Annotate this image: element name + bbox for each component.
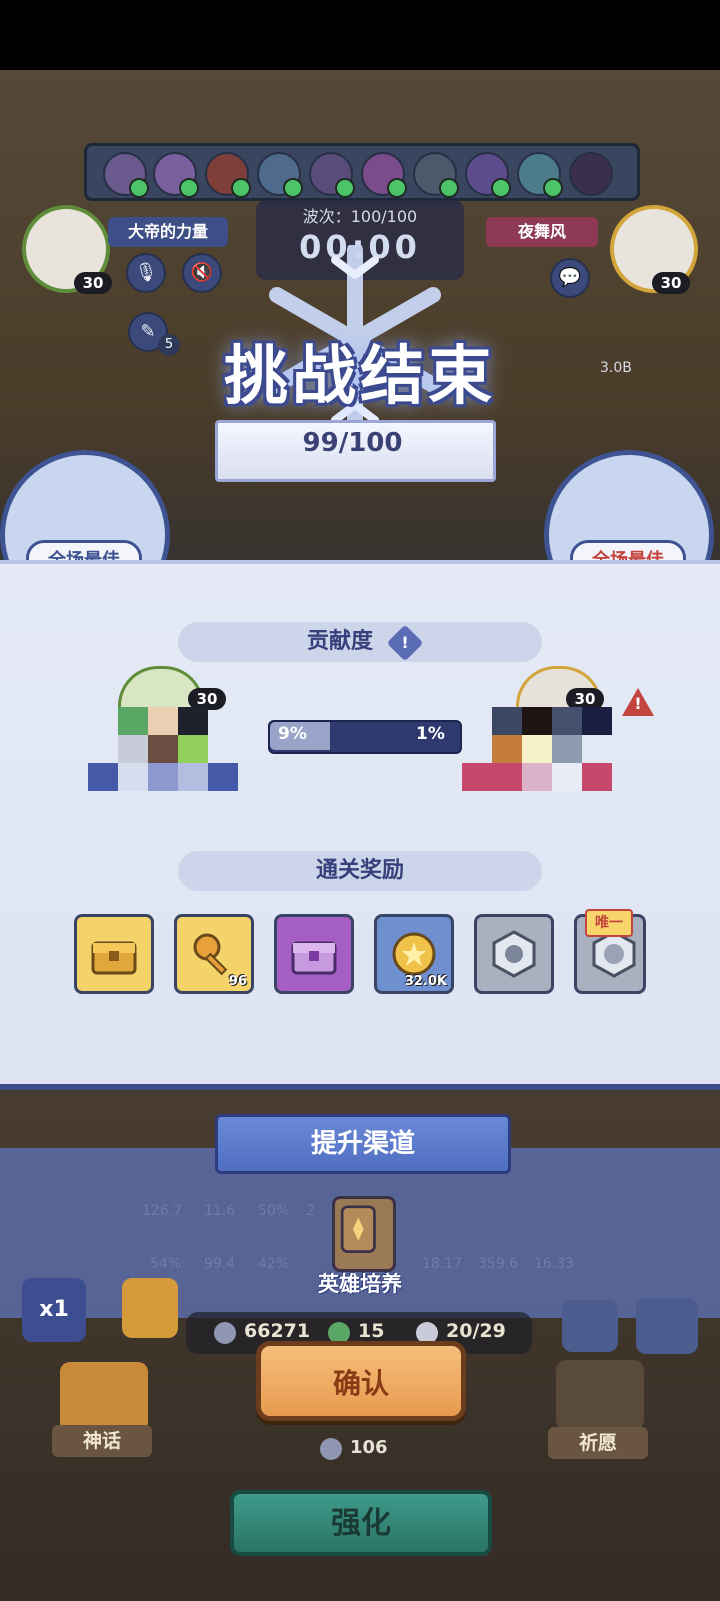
pixel-block xyxy=(522,735,552,763)
hero-slot xyxy=(103,152,149,198)
myth-crest-icon[interactable] xyxy=(60,1362,148,1432)
hero-roster-strip xyxy=(84,143,640,201)
pixel-block xyxy=(522,707,552,735)
right-contribution-percent: 1% xyxy=(416,724,445,744)
hero-slot xyxy=(153,152,199,198)
pixel-block xyxy=(118,763,148,791)
pixel-block xyxy=(582,763,612,791)
stat-value: 50% xyxy=(258,1203,290,1219)
speed-value: 3.0B xyxy=(600,360,632,376)
stat-value: 359.6 xyxy=(478,1256,519,1272)
confirm-button[interactable]: 确认 xyxy=(256,1341,466,1421)
coin-small-icon xyxy=(320,1438,342,1460)
unit-count: 20/29 xyxy=(446,1320,506,1342)
speaker-muted-icon[interactable]: 🔇 xyxy=(182,253,222,293)
status-bar-area xyxy=(0,0,720,70)
pixel-block xyxy=(148,707,178,735)
reward-purple-chest[interactable] xyxy=(274,914,354,994)
chat-icon[interactable]: 💬 xyxy=(550,258,590,298)
enhance-button[interactable]: 强化 xyxy=(230,1490,492,1556)
clover-count: 15 xyxy=(358,1320,385,1342)
pixel-block xyxy=(178,763,208,791)
purple-chest-icon xyxy=(291,941,337,975)
wish-crest-icon[interactable] xyxy=(556,1360,644,1430)
silver-count: 66271 xyxy=(244,1320,311,1342)
hero-slot xyxy=(309,152,355,198)
contribution-heading: 贡献度 xyxy=(178,622,542,662)
stat-value: 126.7 xyxy=(142,1203,183,1219)
pixel-block xyxy=(148,735,178,763)
right-player-name: 夜舞风 xyxy=(486,217,598,247)
hero-slot xyxy=(517,152,563,198)
stat-value: 16.33 xyxy=(534,1256,575,1272)
myth-button[interactable]: 神话 xyxy=(52,1425,152,1457)
silver-icon xyxy=(214,1322,236,1344)
gold-chest-icon xyxy=(91,941,137,975)
pixel-block xyxy=(552,735,582,763)
pixel-block xyxy=(552,763,582,791)
reward-emblem[interactable] xyxy=(474,914,554,994)
hero-slot xyxy=(257,152,303,198)
rewards-heading: 通关奖励 xyxy=(178,851,542,891)
stat-value: 11.6 xyxy=(204,1203,236,1219)
reward-gold-chest[interactable] xyxy=(74,914,154,994)
pixel-block xyxy=(522,763,552,791)
hero-slot xyxy=(569,152,613,196)
pixel-block xyxy=(118,735,148,763)
hero-training-card-icon[interactable] xyxy=(332,1196,396,1272)
emblem-icon xyxy=(492,930,536,978)
pixel-block xyxy=(118,707,148,735)
wave-label: 波次：100/100 xyxy=(302,207,418,226)
stat-value: 2 xyxy=(306,1203,315,1219)
pixel-block xyxy=(148,763,178,791)
pixel-block xyxy=(492,735,522,763)
hero-slot xyxy=(205,152,251,198)
hero-slot xyxy=(361,152,407,198)
pixel-block xyxy=(492,707,522,735)
pixel-block xyxy=(208,763,238,791)
result-title: 挑战结束 xyxy=(224,340,496,414)
pixel-block xyxy=(88,763,118,791)
reward-count: 96 xyxy=(228,974,247,989)
stat-value: 54% xyxy=(150,1256,182,1272)
chat-button-icon[interactable] xyxy=(562,1300,618,1352)
hero-training-label[interactable]: 英雄培养 xyxy=(300,1268,420,1298)
card-icon xyxy=(340,1205,376,1253)
hero-slot xyxy=(413,152,459,198)
warning-mark: ! xyxy=(634,694,642,713)
reward-count: 32.0K xyxy=(404,974,447,989)
pixel-block xyxy=(178,735,208,763)
right-player-level: 30 xyxy=(652,272,690,294)
left-contribution-percent: 9% xyxy=(278,724,307,744)
menu-icon[interactable] xyxy=(636,1298,698,1354)
pixel-block xyxy=(178,707,208,735)
pixel-block xyxy=(552,707,582,735)
left-player-name: 大帝的力量 xyxy=(108,217,228,247)
enhance-label: 强化 xyxy=(331,1506,391,1541)
unique-tag: 唯一 xyxy=(585,909,633,937)
speed-button[interactable]: x1 xyxy=(22,1278,86,1342)
stat-value: 42% xyxy=(258,1256,290,1272)
bonus-icon[interactable] xyxy=(122,1278,178,1338)
pixel-block xyxy=(462,763,492,791)
upgrade-channel-heading: 提升渠道 xyxy=(215,1114,511,1174)
coin-count: 106 xyxy=(350,1437,388,1458)
stat-value: 18.17 xyxy=(422,1256,463,1272)
coin-icon xyxy=(392,932,436,976)
result-score: 99/100 xyxy=(302,428,403,458)
hero-slot xyxy=(465,152,511,198)
wish-button[interactable]: 祈愿 xyxy=(548,1427,648,1459)
game-screen: 30 大帝的力量 30 夜舞风 🎙 🔇 ✎ 5 💬 3.0B 波次：100/10… xyxy=(0,0,720,1601)
info-icon[interactable]: ! xyxy=(386,624,424,662)
left-player-level: 30 xyxy=(74,272,112,294)
key-icon xyxy=(193,933,228,976)
reward-key[interactable]: 96 xyxy=(174,914,254,994)
pixel-block xyxy=(492,763,522,791)
stat-value: 99.4 xyxy=(204,1256,236,1272)
microphone-icon[interactable]: 🎙 xyxy=(126,253,166,293)
reward-coin[interactable]: 32.0K xyxy=(374,914,454,994)
pixel-block xyxy=(582,707,612,735)
